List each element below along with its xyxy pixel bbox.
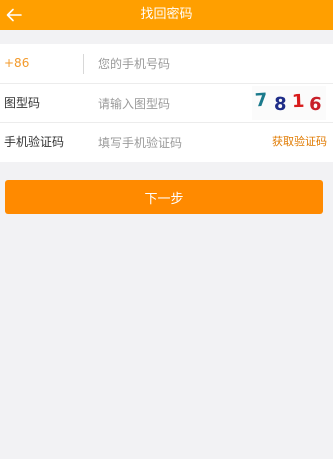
page-title: 找回密码 xyxy=(140,7,193,22)
captcha-digit: 7 xyxy=(254,89,269,112)
next-step-button[interactable]: 下一步 xyxy=(5,180,323,214)
recover-password-form: +86 图型码 7 8 1 6 手机验证码 获取验证码 xyxy=(0,44,333,162)
phone-input[interactable] xyxy=(98,54,318,74)
captcha-label: 图型码 xyxy=(4,96,41,110)
captcha-digit: 8 xyxy=(273,93,288,116)
get-sms-code-button[interactable]: 获取验证码 xyxy=(272,135,327,149)
captcha-digit: 6 xyxy=(308,93,323,116)
country-code-selector[interactable]: +86 xyxy=(4,55,29,71)
sms-code-input[interactable] xyxy=(98,133,248,153)
captcha-input[interactable] xyxy=(98,94,248,114)
sms-code-row: 手机验证码 获取验证码 xyxy=(0,123,333,162)
header-bar: 找回密码 xyxy=(0,0,333,30)
phone-row: +86 xyxy=(0,44,333,83)
captcha-image[interactable]: 7 8 1 6 xyxy=(252,86,326,120)
captcha-row: 图型码 7 8 1 6 xyxy=(0,84,333,123)
captcha-digit: 1 xyxy=(291,90,305,113)
divider xyxy=(83,54,84,74)
sms-code-label: 手机验证码 xyxy=(4,135,65,149)
